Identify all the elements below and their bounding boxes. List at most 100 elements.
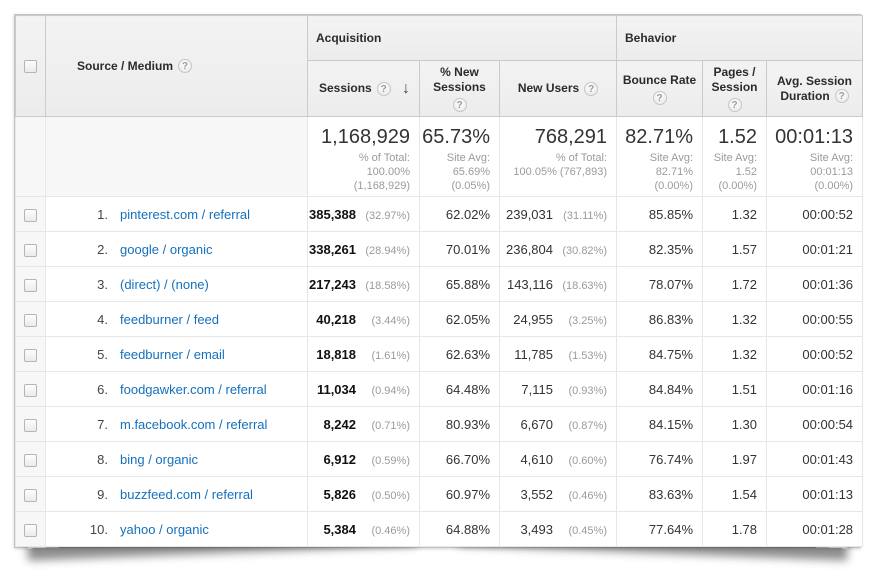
pct-new-sessions-value: 64.88%: [446, 522, 490, 537]
pages-session-value: 1.32: [732, 207, 757, 222]
pages-session-value: 1.30: [732, 417, 757, 432]
row-pages-session-cell: 1.32: [703, 337, 767, 372]
row-checkbox-cell: [16, 337, 46, 372]
source-medium-link[interactable]: yahoo / organic: [120, 522, 209, 537]
row-bounce-rate-cell: 76.74%: [617, 442, 703, 477]
source-medium-link[interactable]: feedburner / feed: [120, 312, 219, 327]
row-checkbox[interactable]: [24, 349, 37, 362]
avg-duration-value: 00:01:36: [802, 277, 853, 292]
totals-checkbox-cell: [16, 117, 46, 197]
source-medium-link[interactable]: buzzfeed.com / referral: [120, 487, 253, 502]
sessions-percent: (1.61%): [356, 350, 410, 362]
source-medium-link[interactable]: m.facebook.com / referral: [120, 417, 267, 432]
sessions-percent: (18.58%): [356, 280, 410, 292]
row-sessions-cell: 385,388(32.97%): [308, 197, 420, 232]
new-users-percent: (18.63%): [553, 280, 607, 292]
row-checkbox[interactable]: [24, 244, 37, 257]
row-checkbox[interactable]: [24, 384, 37, 397]
help-icon[interactable]: ?: [178, 59, 192, 73]
new-users-percent: (0.45%): [553, 525, 607, 537]
source-medium-link[interactable]: google / organic: [120, 242, 213, 257]
pct-new-sessions-value: 60.97%: [446, 487, 490, 502]
row-checkbox-cell: [16, 197, 46, 232]
bounce-rate-value: 78.07%: [649, 277, 693, 292]
column-header-avg-duration[interactable]: Avg. Session Duration?: [767, 61, 863, 117]
row-pct-new-sessions-cell: 80.93%: [420, 407, 500, 442]
table-row: 3. (direct) / (none) 217,243(18.58%) 65.…: [16, 267, 863, 302]
help-icon[interactable]: ?: [653, 91, 667, 105]
column-header-bounce-rate[interactable]: Bounce Rate ?: [617, 61, 703, 117]
table-row: 5. feedburner / email 18,818(1.61%) 62.6…: [16, 337, 863, 372]
new-users-percent: (0.93%): [553, 385, 607, 397]
totals-pct-new-sessions-sub: Site Avg: 65.69% (0.05%): [420, 151, 490, 193]
new-users-percent: (1.53%): [553, 350, 607, 362]
row-checkbox[interactable]: [24, 279, 37, 292]
help-icon[interactable]: ?: [728, 98, 742, 112]
row-checkbox[interactable]: [24, 524, 37, 537]
row-pct-new-sessions-cell: 62.63%: [420, 337, 500, 372]
row-avg-duration-cell: 00:00:52: [767, 197, 863, 232]
help-icon[interactable]: ?: [584, 82, 598, 96]
totals-row: 1,168,929 % of Total: 100.00% (1,168,929…: [16, 117, 863, 197]
totals-new-users-cell: 768,291 % of Total: 100.05% (767,893): [500, 117, 617, 197]
row-checkbox-cell: [16, 372, 46, 407]
source-medium-link[interactable]: foodgawker.com / referral: [120, 382, 267, 397]
bounce-rate-value: 85.85%: [649, 207, 693, 222]
row-sessions-cell: 217,243(18.58%): [308, 267, 420, 302]
column-header-pages-session[interactable]: Pages / Session ?: [703, 61, 767, 117]
sessions-value: 11,034: [317, 382, 356, 397]
source-medium-link[interactable]: (direct) / (none): [120, 277, 209, 292]
row-pct-new-sessions-cell: 62.05%: [420, 302, 500, 337]
pct-new-sessions-value: 70.01%: [446, 242, 490, 257]
column-header-pct-new-sessions[interactable]: % New Sessions ?: [420, 61, 500, 117]
totals-pages-session-sub: Site Avg: 1.52 (0.00%): [703, 151, 757, 193]
row-pages-session-cell: 1.32: [703, 197, 767, 232]
new-users-value: 236,804: [506, 242, 553, 257]
sessions-value: 385,388: [309, 207, 356, 222]
sort-descending-icon[interactable]: ↓: [402, 81, 410, 96]
help-icon[interactable]: ?: [377, 82, 391, 96]
row-checkbox[interactable]: [24, 419, 37, 432]
table-row: 1. pinterest.com / referral 385,388(32.9…: [16, 197, 863, 232]
new-users-value: 7,115: [521, 382, 553, 397]
new-users-value: 143,116: [507, 277, 553, 292]
column-header-new-users[interactable]: New Users?: [500, 61, 617, 117]
row-new-users-cell: 239,031(31.11%): [500, 197, 617, 232]
behavior-label: Behavior: [625, 31, 676, 45]
bounce-rate-value: 83.63%: [649, 487, 693, 502]
row-pages-session-cell: 1.72: [703, 267, 767, 302]
bounce-rate-value: 77.64%: [649, 522, 693, 537]
sessions-value: 5,826: [323, 487, 356, 502]
column-header-sessions[interactable]: Sessions? ↓: [308, 61, 420, 117]
pages-session-value: 1.57: [732, 242, 757, 257]
row-checkbox[interactable]: [24, 209, 37, 222]
column-header-source-medium[interactable]: Source / Medium?: [46, 16, 308, 117]
new-users-percent: (0.87%): [553, 420, 607, 432]
row-avg-duration-cell: 00:00:54: [767, 407, 863, 442]
bounce-rate-value: 86.83%: [649, 312, 693, 327]
new-users-percent: (3.25%): [553, 315, 607, 327]
pages-session-value: 1.97: [732, 452, 757, 467]
row-pages-session-cell: 1.32: [703, 302, 767, 337]
select-all-checkbox[interactable]: [24, 60, 37, 73]
row-bounce-rate-cell: 84.84%: [617, 372, 703, 407]
row-checkbox[interactable]: [24, 314, 37, 327]
help-icon[interactable]: ?: [453, 98, 467, 112]
row-source-cell: 8. bing / organic: [46, 442, 308, 477]
source-medium-link[interactable]: pinterest.com / referral: [120, 207, 250, 222]
new-users-value: 11,785: [514, 347, 553, 362]
source-medium-link[interactable]: bing / organic: [120, 452, 198, 467]
bounce-rate-value: 84.84%: [649, 382, 693, 397]
sessions-value: 8,242: [323, 417, 356, 432]
row-checkbox[interactable]: [24, 454, 37, 467]
row-rank: 10.: [46, 522, 108, 537]
pct-new-sessions-value: 62.63%: [446, 347, 490, 362]
pct-new-sessions-label: % New Sessions: [433, 65, 486, 94]
totals-sessions-cell: 1,168,929 % of Total: 100.00% (1,168,929…: [308, 117, 420, 197]
table-row: 8. bing / organic 6,912(0.59%) 66.70% 4,…: [16, 442, 863, 477]
source-medium-link[interactable]: feedburner / email: [120, 347, 225, 362]
help-icon[interactable]: ?: [835, 89, 849, 103]
row-checkbox-cell: [16, 232, 46, 267]
row-checkbox[interactable]: [24, 489, 37, 502]
row-source-cell: 5. feedburner / email: [46, 337, 308, 372]
